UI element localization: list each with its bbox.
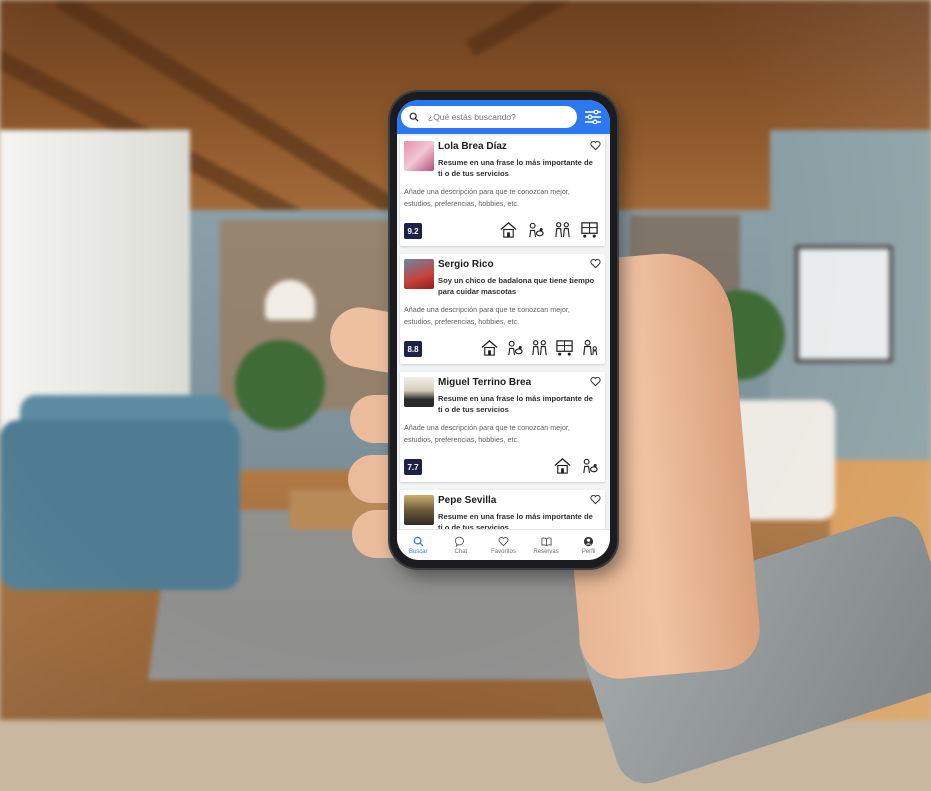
search-icon — [409, 112, 419, 122]
nav-label: Perfil — [581, 548, 596, 555]
rating-badge: 8.8 — [404, 341, 422, 357]
provider-summary: Resume en una frase lo más importante de… — [438, 512, 593, 530]
chat-icon — [455, 536, 465, 547]
provider-summary: Resume en una frase lo más importante de… — [438, 158, 593, 178]
app-screen: ¿Qué estás buscando? Lola Brea Díaz Resu… — [397, 100, 610, 560]
filter-button[interactable] — [583, 107, 603, 127]
nav-label: Reservas — [533, 548, 559, 555]
provider-name: Miguel Terrino Brea — [438, 377, 532, 388]
rating-badge: 9.2 — [404, 223, 422, 239]
service-icons — [553, 456, 599, 475]
nav-chat[interactable]: Chat — [441, 536, 481, 555]
heart-icon[interactable] — [590, 258, 601, 269]
search-input[interactable]: ¿Qué estás buscando? — [401, 106, 577, 128]
profile-icon — [584, 536, 594, 546]
provider-card[interactable]: Pepe Sevilla Resume en una frase lo más … — [400, 490, 605, 530]
rating-badge: 7.7 — [404, 459, 422, 475]
book-icon — [541, 536, 552, 546]
provider-card[interactable]: Lola Brea Díaz Resume en una frase lo má… — [400, 136, 605, 246]
provider-card[interactable]: Miguel Terrino Brea Resume en una frase … — [400, 372, 605, 482]
service-icons — [480, 338, 599, 357]
house-care-icon — [481, 339, 498, 356]
provider-name: Pepe Sevilla — [438, 495, 497, 506]
bottom-navigation: Buscar Chat Favoritos Reservas Perfil — [397, 529, 610, 560]
provider-description: Añade una descripción para que te conozc… — [404, 305, 570, 326]
heart-icon[interactable] — [590, 376, 601, 387]
avatar — [404, 259, 434, 289]
nav-perfil[interactable]: Perfil — [569, 536, 609, 555]
elderly-care-icon — [555, 222, 570, 238]
provider-description: Añade una descripción para que te conozc… — [404, 187, 570, 208]
avatar — [404, 141, 434, 171]
pet-care-icon — [529, 222, 544, 238]
provider-card[interactable]: Sergio Rico Soy un chico de badalona que… — [400, 254, 605, 364]
moving-icon — [556, 340, 573, 356]
nav-label: Chat — [454, 548, 468, 555]
search-icon — [413, 536, 424, 547]
heart-icon — [498, 536, 509, 546]
pet-care-icon — [583, 458, 598, 474]
smartphone: ¿Qué estás buscando? Lola Brea Díaz Resu… — [390, 92, 617, 568]
provider-name: Sergio Rico — [438, 259, 494, 270]
top-bar: ¿Qué estás buscando? — [397, 100, 610, 134]
nav-favoritos[interactable]: Favoritos — [483, 536, 523, 555]
heart-icon[interactable] — [590, 140, 601, 151]
childcare-icon — [583, 339, 598, 356]
search-placeholder: ¿Qué estás buscando? — [428, 112, 516, 122]
avatar — [404, 495, 434, 525]
house-care-icon — [500, 221, 517, 238]
elderly-care-icon — [532, 340, 547, 356]
moving-icon — [581, 222, 598, 238]
avatar — [404, 377, 434, 407]
nav-reservas[interactable]: Reservas — [526, 536, 566, 555]
provider-summary: Resume en una frase lo más importante de… — [438, 394, 593, 414]
service-icons — [499, 220, 599, 239]
nav-buscar[interactable]: Buscar — [398, 536, 438, 555]
sliders-icon — [585, 110, 601, 124]
provider-summary: Soy un chico de badalona que tiene tiemp… — [438, 276, 595, 296]
provider-description: Añade una descripción para que te conozc… — [404, 423, 570, 444]
heart-icon[interactable] — [590, 494, 601, 505]
pet-care-icon — [508, 340, 523, 356]
nav-label: Favoritos — [491, 548, 516, 555]
provider-list[interactable]: Lola Brea Díaz Resume en una frase lo má… — [397, 134, 610, 530]
nav-label: Buscar — [408, 548, 428, 555]
provider-name: Lola Brea Díaz — [438, 141, 507, 152]
house-care-icon — [554, 457, 571, 474]
